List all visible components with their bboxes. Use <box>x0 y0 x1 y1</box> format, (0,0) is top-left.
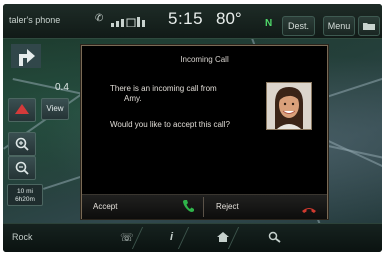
bottom-bar: Rock ☏ i <box>3 223 382 252</box>
accept-label: Accept <box>93 202 118 211</box>
incoming-call-dialog: Incoming Call There is an incoming call … <box>81 45 328 219</box>
scale-time: 6h20m <box>15 196 35 203</box>
sync-screen: 0.4 View 10 mi 6h20m taler's phone ✆ 5:1… <box>3 4 382 252</box>
menu-button[interactable]: Menu <box>323 16 355 36</box>
destination-button[interactable]: Dest. <box>282 16 315 36</box>
call-actions: Accept Reject <box>82 194 327 219</box>
dialog-question: Would you like to accept this call? <box>110 120 230 129</box>
north-up-button[interactable] <box>8 98 36 122</box>
reject-call-button[interactable]: Reject <box>205 195 327 219</box>
home-icon[interactable] <box>216 231 230 246</box>
info-icon[interactable]: i <box>170 231 173 243</box>
accept-call-button[interactable]: Accept <box>82 195 203 219</box>
settings-icon[interactable] <box>268 231 282 246</box>
reject-label: Reject <box>216 202 239 211</box>
dialog-title: Incoming Call <box>180 55 229 64</box>
paired-device-label: taler's phone <box>9 15 61 25</box>
dialog-message: There is an incoming call from <box>110 84 217 93</box>
zoom-in-button[interactable] <box>8 132 36 156</box>
extra-menu-button[interactable] <box>358 16 380 36</box>
status-bar: taler's phone ✆ 5:15 80° N Dest. Menu <box>3 4 382 39</box>
scale-indicator[interactable]: 10 mi 6h20m <box>7 184 43 206</box>
zoom-in-icon <box>15 137 29 151</box>
zoom-out-button[interactable] <box>8 156 36 180</box>
phone-reject-icon <box>301 201 317 219</box>
compass-north-indicator: N <box>265 18 273 29</box>
distance-to-turn: 0.4 <box>55 82 69 93</box>
divider <box>203 197 204 217</box>
phone-accept-icon <box>182 199 194 218</box>
divider <box>177 227 190 249</box>
caller-photo <box>266 82 312 130</box>
phone-status-icon: ✆ <box>95 13 104 24</box>
scale-distance: 10 mi <box>17 188 33 195</box>
clock: 5:15 <box>168 9 204 28</box>
caller-name: Amy. <box>124 94 142 103</box>
outside-temperature: 80° <box>216 9 242 28</box>
signal-icon <box>111 14 145 32</box>
audio-source-label[interactable]: Rock <box>12 232 33 242</box>
view-button[interactable]: View <box>41 98 69 120</box>
folder-icon <box>363 23 375 30</box>
phone-icon[interactable]: ☏ <box>120 231 134 244</box>
zoom-out-icon <box>15 161 29 175</box>
turn-arrow-icon <box>11 44 41 68</box>
